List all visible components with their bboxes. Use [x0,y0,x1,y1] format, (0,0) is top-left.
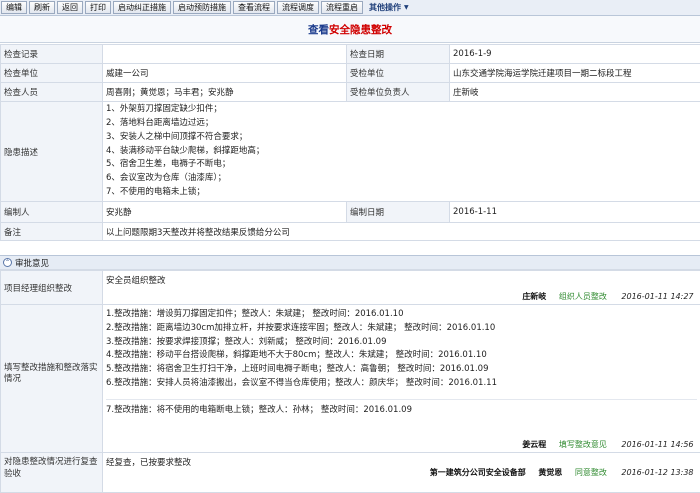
refresh-button[interactable]: 刷新 [29,1,55,14]
remark-value: 以上问题限期3天整改并将整改结果反馈给分公司 [102,222,700,241]
page-title: 查看 安全隐患整改 [0,16,700,43]
hazard-description-value: 1、外架剪刀撑固定缺少扣件； 2、落地料台距离墙边过远； 3、安装人之梯中间顶撑… [102,101,700,202]
list-item: 5、宿舍卫生差，电褥子不断电； [106,159,231,170]
check-record-label: 检查记录 [0,44,103,64]
compiler-label: 编制人 [0,201,103,223]
list-item: 4.整改措施：移动平台搭设爬梯，斜撑距地不大于80cm；整改人：朱斌建； 整改时… [106,350,487,361]
approval-row-content: 1.整改措施：增设剪刀撑固定扣件；整改人：朱斌建； 整改时间：2016.01.1… [102,304,700,453]
check-unit-value: 威建一公司 [102,63,347,83]
approval-row-content: 安全员组织整改 庄新岐 组织人员整改 2016-01-11 14:27 [102,270,700,305]
list-item: 1.整改措施：增设剪刀撑固定扣件；整改人：朱斌建； 整改时间：2016.01.1… [106,309,404,319]
list-item: 5.整改措施：将宿舍卫生打扫干净，上班时间电褥子断电；整改人：高鲁朝； 整改时间… [106,364,489,375]
signer-action: 填写整改意见 [558,440,607,449]
check-date-label: 检查日期 [346,44,450,64]
list-item: 7、不使用的电箱未上锁； [106,186,205,197]
list-item: 1、外架剪刀撑固定缺少扣件； [106,104,222,115]
approval-signature: 庄新岐 组织人员整改 2016-01-11 14:27 [522,291,693,302]
check-unit-label: 检查单位 [0,63,103,83]
approval-signature: 姜云程 填写整改意见 2016-01-11 14:56 [522,439,693,450]
other-actions-label: 其他操作 [369,3,401,12]
list-item: 2.整改措施：距离墙边30cm加排立杆，并按要求连接牢固；整改人：朱斌建； 整改… [106,322,496,333]
signer-name: 姜云程 [522,440,547,449]
list-item: 3.整改措施：按要求焊接顶撑；整改人：刘新威； 整改时间：2016.01.09 [106,336,387,347]
rectification-list: 1.整改措施：增设剪刀撑固定扣件；整改人：朱斌建； 整改时间：2016.01.1… [106,308,697,391]
flow-dispatch-button[interactable]: 流程调度 [277,1,319,14]
signer-time: 2016-01-11 14:27 [621,292,694,301]
view-flow-button[interactable]: 查看流程 [233,1,275,14]
inspectors-label: 检查人员 [0,82,103,102]
other-actions-dropdown[interactable]: 其他操作 ▼ [365,1,413,14]
list-item: 6.整改措施：安排人员将油漆搬出，会议室不得当仓库使用；整改人：颜庆华； 整改时… [106,377,497,388]
rectification-divider: 7.整改措施：将不使用的电箱断电上锁；整改人：孙林； 整改时间：2016.01.… [106,398,697,418]
start-preventive-action-button[interactable]: 启动预防措施 [173,1,231,14]
back-button[interactable]: 返回 [57,1,83,14]
signer-time: 2016-01-12 13:38 [621,468,694,477]
edit-button[interactable]: 编辑 [1,1,27,14]
list-item: 3、安装人之梯中间顶撑不符合要求； [106,131,248,142]
signer-action: 组织人员整改 [558,292,607,301]
approval-table: 项目经理组织整改 安全员组织整改 庄新岐 组织人员整改 2016-01-11 1… [0,270,700,493]
signer-time: 2016-01-11 14:56 [621,440,694,449]
remark-label: 备注 [0,222,103,241]
hazard-list: 1、外架剪刀撑固定缺少扣件； 2、落地料台距离墙边过远； 3、安装人之梯中间顶撑… [106,103,697,200]
list-item: 6、会议室改为仓库（油漆库）； [106,173,227,184]
approval-row-label: 填写整改措施和整改落实情况 [0,304,103,453]
list-item: 4、装满移动平台缺少爬梯，斜撑距地高； [106,145,265,156]
signer-unit: 第一建筑分公司安全设备部 [429,468,526,477]
approval-row-label: 项目经理组织整改 [0,270,103,305]
inspectors-value: 周喜刚；黄觉恩；马丰君；安兆静 [102,82,347,102]
approval-section-title: 审批意见 [15,258,50,269]
print-button[interactable]: 打印 [85,1,111,14]
page-title-prefix: 查看 [308,23,329,36]
list-item: 2、落地料台距离墙边过远； [106,118,214,128]
check-record-value [102,44,347,64]
compiler-value: 安兆静 [102,201,347,223]
check-date-value: 2016-1-9 [449,44,700,64]
approval-row-content: 经复查，已按要求整改 第一建筑分公司安全设备部 黄觉恩 同意整改 2016-01… [102,452,700,493]
inspected-unit-label: 受检单位 [346,63,450,83]
hazard-description-label: 隐患描述 [0,101,103,202]
start-corrective-action-button[interactable]: 启动纠正措施 [113,1,171,14]
approval-row-label: 对隐患整改情况进行复查验收 [0,452,103,493]
inspected-unit-value: 山东交通学院海运学院迁建项目一期二标段工程 [449,63,700,83]
list-item: 7.整改措施：将不使用的电箱断电上锁；整改人：孙林； 整改时间：2016.01.… [106,404,412,415]
collapse-toggle-icon[interactable]: ⌃ [3,258,12,267]
approval-signature: 第一建筑分公司安全设备部 黄觉恩 同意整改 2016-01-12 13:38 [430,467,694,478]
flow-restart-button[interactable]: 流程重启 [321,1,363,14]
inspected-head-label: 受检单位负责人 [346,82,450,102]
signer-name: 庄新岐 [522,292,547,301]
compile-date-label: 编制日期 [346,201,450,223]
signer-name: 黄觉恩 [538,468,563,477]
approval-opinion-text: 安全员组织整改 [106,276,166,286]
approval-section-header[interactable]: ⌃ 审批意见 [0,255,700,270]
page-title-highlight: 安全隐患整改 [329,23,392,36]
inspected-head-value: 庄新岐 [449,82,700,102]
chevron-down-icon: ▼ [404,4,409,11]
rectification-list-continued: 7.整改措施：将不使用的电箱断电上锁；整改人：孙林； 整改时间：2016.01.… [106,404,697,418]
toolbar: 编辑 刷新 返回 打印 启动纠正措施 启动预防措施 查看流程 流程调度 流程重启… [0,0,700,16]
inspection-info-table: 检查记录 检查日期 2016-1-9 检查单位 威建一公司 受检单位 山东交通学… [0,44,700,241]
signer-action: 同意整改 [574,468,607,477]
compile-date-value: 2016-1-11 [449,201,700,223]
